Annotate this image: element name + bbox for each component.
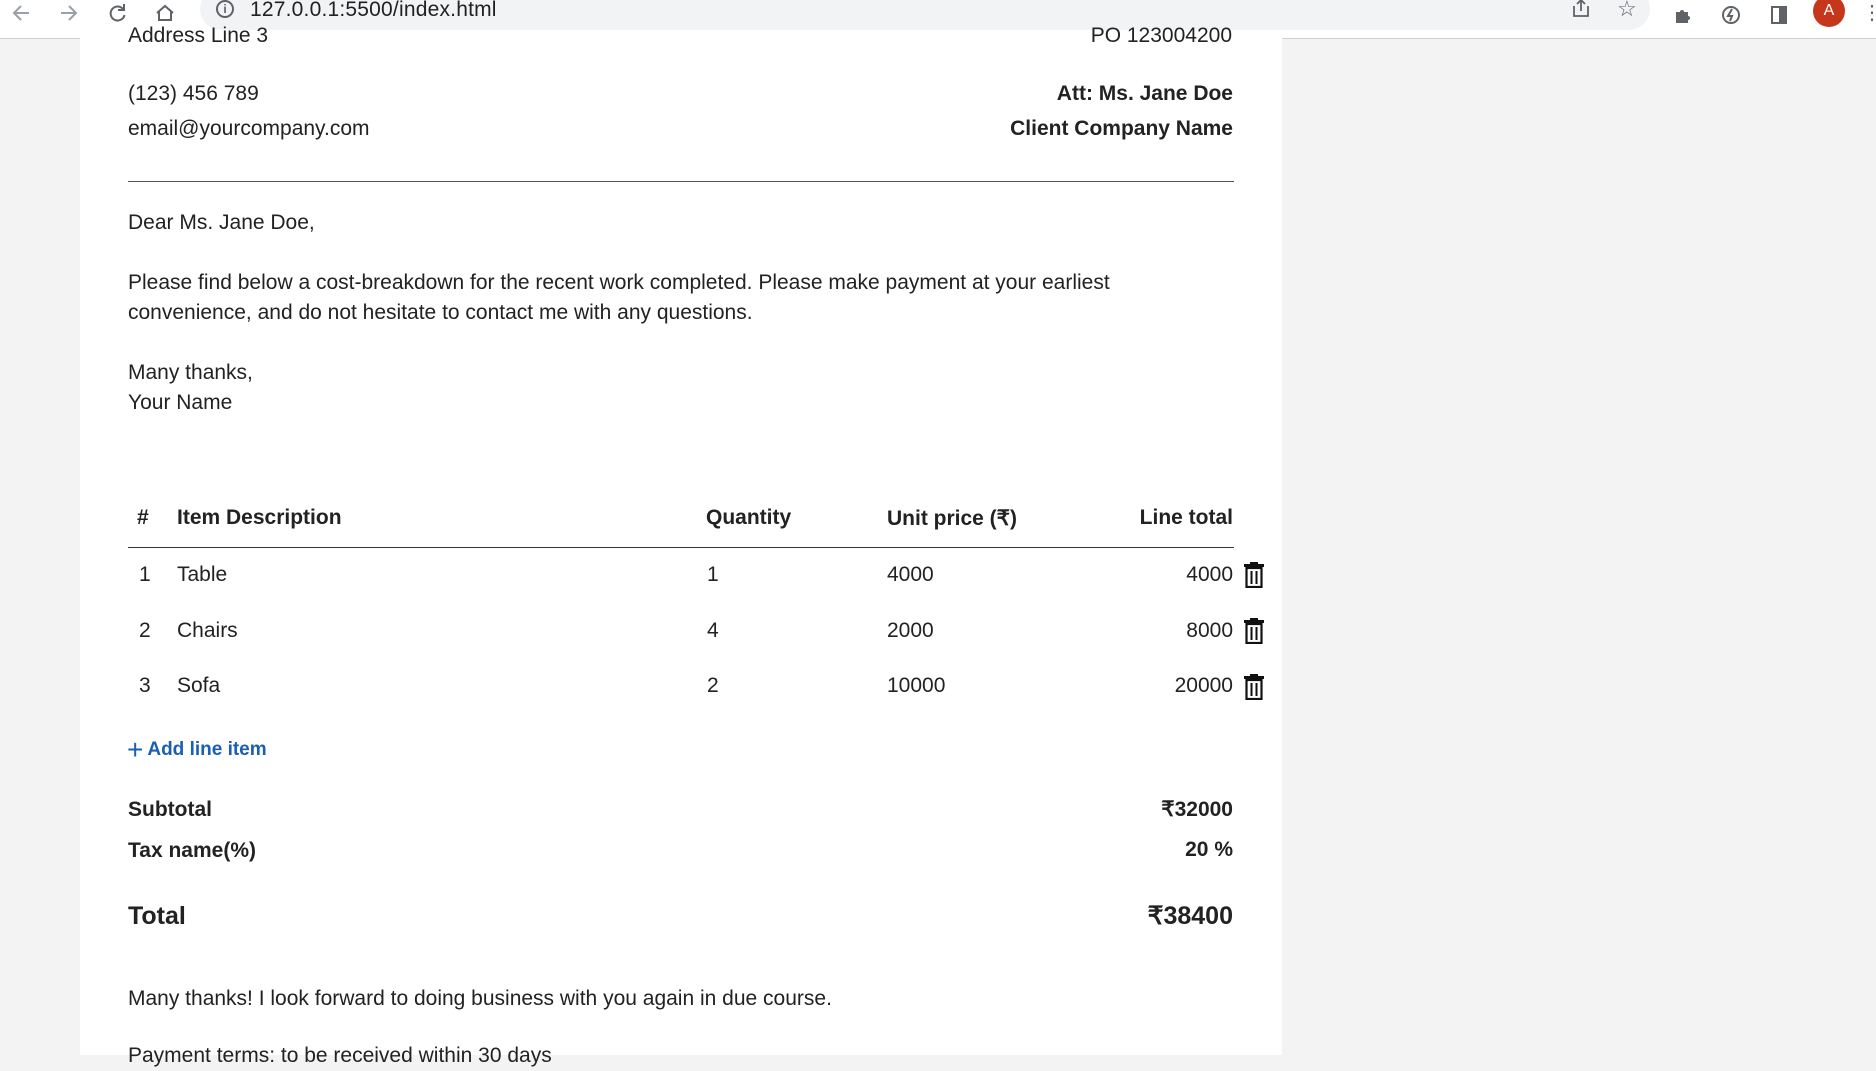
row-quantity[interactable]: 1 [707,563,719,587]
plus-icon: + [127,734,144,765]
row-quantity[interactable]: 2 [707,674,719,698]
letter-closing: Many thanks, [128,361,253,384]
table-header-divider [128,547,1234,548]
row-quantity[interactable]: 4 [707,619,719,643]
address-bar[interactable]: i 127.0.0.1:5500/index.html ☆ [200,0,1650,30]
browser-toolbar: i 127.0.0.1:5500/index.html ☆ A ⋮ [0,0,1876,39]
row-description[interactable]: Table [177,563,227,587]
trash-icon[interactable] [1243,618,1265,644]
reload-icon[interactable] [102,0,132,26]
menu-kebab-icon[interactable]: ⋮ [1862,0,1876,25]
row-description[interactable]: Sofa [177,674,220,698]
tax-label[interactable]: Tax name(%) [128,839,256,863]
client-attention: Att: Ms. Jane Doe [1056,82,1233,105]
row-unit-price[interactable]: 10000 [887,674,945,698]
trash-icon[interactable] [1243,674,1265,700]
back-arrow-icon[interactable] [6,0,36,26]
row-unit-price[interactable]: 2000 [887,619,934,643]
row-line-total: 4000 [1186,563,1233,586]
bookmark-star-icon[interactable]: ☆ [1617,0,1637,22]
row-description[interactable]: Chairs [177,619,238,643]
profile-avatar[interactable]: A [1813,0,1845,27]
address-line-cut: Address Line 3 [128,24,269,47]
forward-arrow-icon[interactable] [54,0,84,26]
avatar-letter: A [1823,2,1835,19]
subtotal-label: Subtotal [128,798,212,821]
home-icon[interactable] [150,0,180,26]
col-header-number: # [137,506,149,529]
add-line-item-label: Add line item [147,739,267,760]
subtotal-value: ₹32000 [1161,798,1233,821]
row-unit-price[interactable]: 4000 [887,563,934,587]
letter-greeting: Dear Ms. Jane Doe, [128,211,315,234]
payment-terms-cut: Payment terms: to be received within 30 … [128,1044,552,1067]
share-icon[interactable] [1570,0,1592,25]
total-label: Total [128,902,186,930]
site-info-icon[interactable]: i [216,0,234,18]
tax-value[interactable]: 20 % [1185,838,1233,862]
url-text[interactable]: 127.0.0.1:5500/index.html [250,0,497,22]
letter-body-line2: convenience, and do not hesitate to cont… [128,301,753,324]
add-line-item-button[interactable]: + Add line item [127,734,267,765]
row-line-total: 8000 [1186,619,1233,642]
side-panel-icon[interactable] [1766,2,1792,28]
row-number: 3 [139,674,151,697]
letter-body-line1: Please find below a cost-breakdown for t… [128,271,1110,294]
row-number: 1 [139,563,151,586]
footer-thanks: Many thanks! I look forward to doing bus… [128,987,832,1010]
total-value: ₹38400 [1147,902,1233,930]
po-number-cut: PO 123004200 [1090,24,1232,47]
col-header-quantity: Quantity [706,506,792,529]
letter-signature: Your Name [128,391,233,414]
header-divider [128,181,1234,182]
col-header-unit-price: Unit price (₹) [887,507,1018,530]
company-phone: (123) 456 789 [128,82,259,105]
row-number: 2 [139,619,151,642]
row-line-total: 20000 [1174,674,1233,697]
invoice-page: Address Line 3 PO 123004200 (123) 456 78… [80,24,1282,1067]
performance-icon[interactable] [1718,2,1744,28]
trash-icon[interactable] [1243,562,1265,588]
client-company: Client Company Name [1010,117,1233,140]
col-header-line-total: Line total [1139,506,1233,529]
extensions-puzzle-icon[interactable] [1670,2,1696,28]
col-header-description: Item Description [177,506,342,529]
company-email: email@yourcompany.com [128,117,370,140]
